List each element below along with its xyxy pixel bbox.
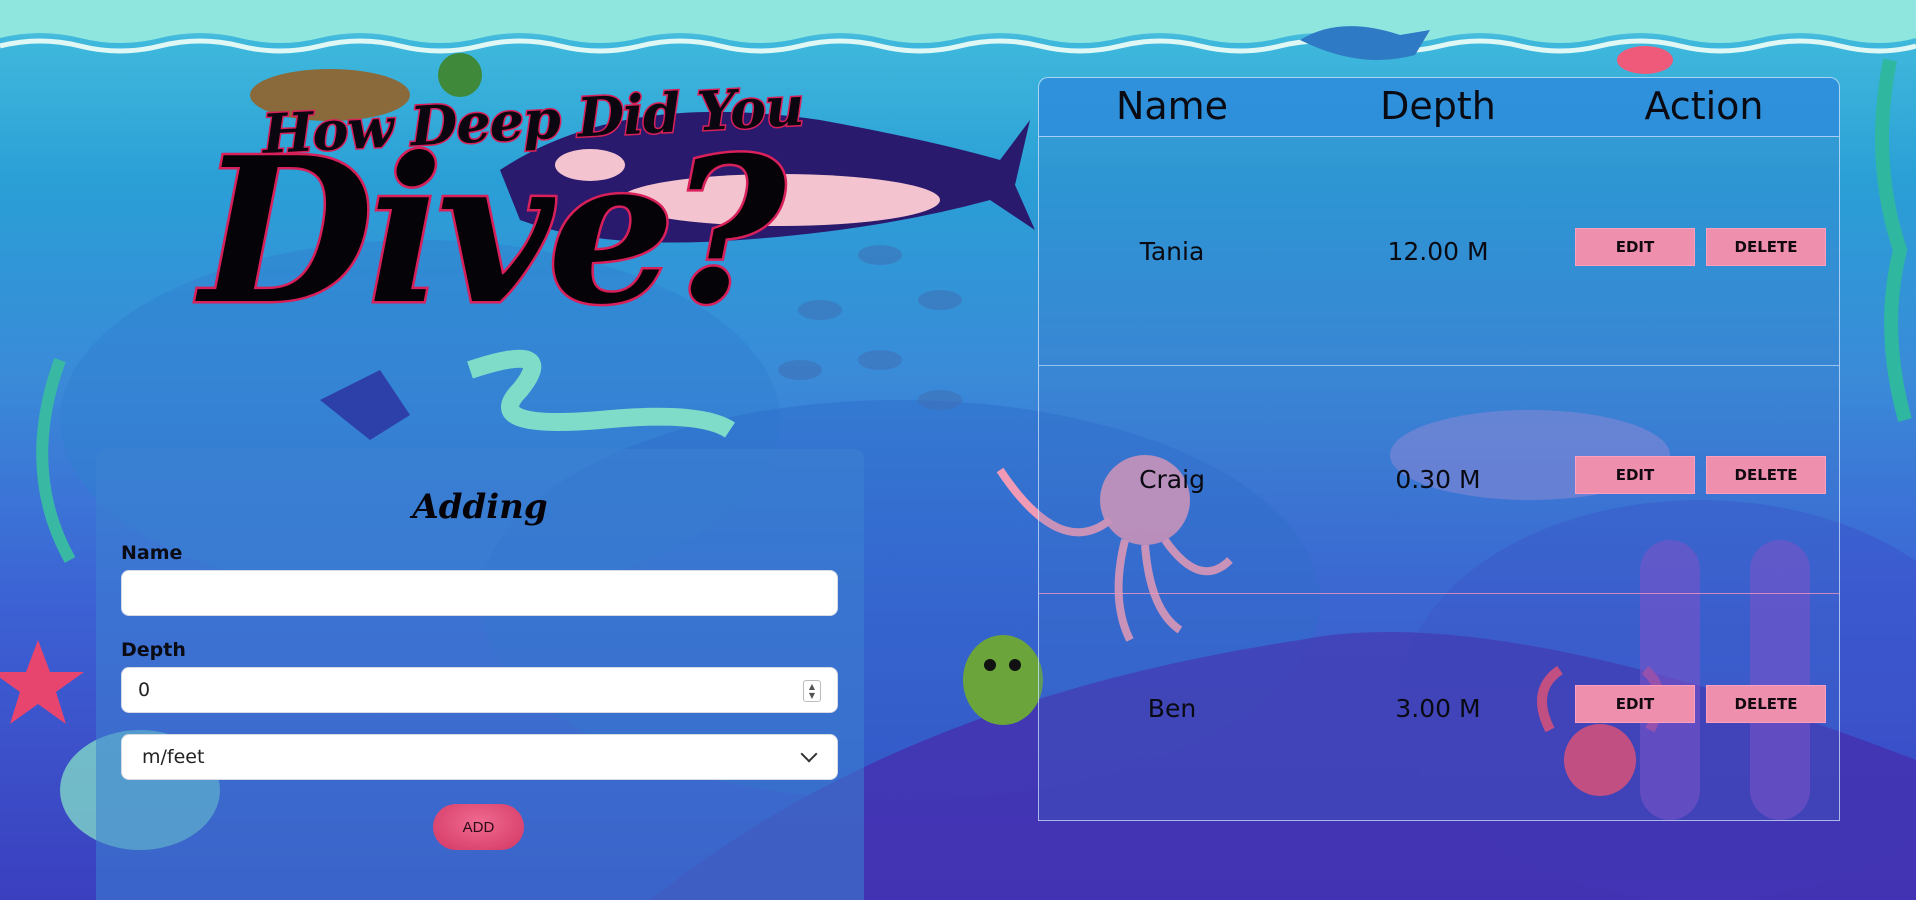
add-dive-form: Adding Name Depth 0 ▲ ▼ m/feet ADD xyxy=(96,449,864,900)
depth-input[interactable]: 0 ▲ ▼ xyxy=(121,667,838,713)
delete-button[interactable]: DELETE xyxy=(1706,228,1826,266)
dives-table: Name Depth Action Tania 12.00 M EDIT DEL… xyxy=(1038,77,1840,821)
row-depth: 3.00 M xyxy=(1395,693,1481,723)
title-line-2: Dive? xyxy=(197,114,788,349)
row-depth: 12.00 M xyxy=(1387,236,1489,266)
table-row: Tania 12.00 M EDIT DELETE xyxy=(1039,137,1839,366)
edit-button[interactable]: EDIT xyxy=(1575,685,1695,723)
unit-select[interactable]: m/feet xyxy=(121,734,838,780)
table-row: Ben 3.00 M EDIT DELETE xyxy=(1039,594,1839,822)
depth-label: Depth xyxy=(121,639,186,661)
delete-button[interactable]: DELETE xyxy=(1706,685,1826,723)
edit-button[interactable]: EDIT xyxy=(1575,456,1695,494)
row-name: Craig xyxy=(1139,464,1205,494)
row-name: Ben xyxy=(1147,693,1197,723)
name-label: Name xyxy=(121,542,183,564)
chevron-down-icon xyxy=(800,745,818,763)
stepper-icon[interactable]: ▲ ▼ xyxy=(803,680,821,702)
page-title: How Deep Did You Dive? xyxy=(197,72,806,368)
name-input[interactable] xyxy=(121,570,838,616)
row-name: Tania xyxy=(1139,236,1205,266)
form-heading: Adding xyxy=(412,487,548,527)
delete-button[interactable]: DELETE xyxy=(1706,456,1826,494)
add-button[interactable]: ADD xyxy=(433,804,524,850)
table-row: Craig 0.30 M EDIT DELETE xyxy=(1039,365,1839,594)
row-depth: 0.30 M xyxy=(1395,464,1481,494)
header-name: Name xyxy=(1115,84,1229,128)
header-action: Action xyxy=(1644,84,1764,128)
header-depth: Depth xyxy=(1380,84,1496,128)
edit-button[interactable]: EDIT xyxy=(1575,228,1695,266)
unit-selected-value: m/feet xyxy=(142,746,205,768)
table-header: Name Depth Action xyxy=(1039,78,1839,137)
depth-value: 0 xyxy=(138,679,151,701)
